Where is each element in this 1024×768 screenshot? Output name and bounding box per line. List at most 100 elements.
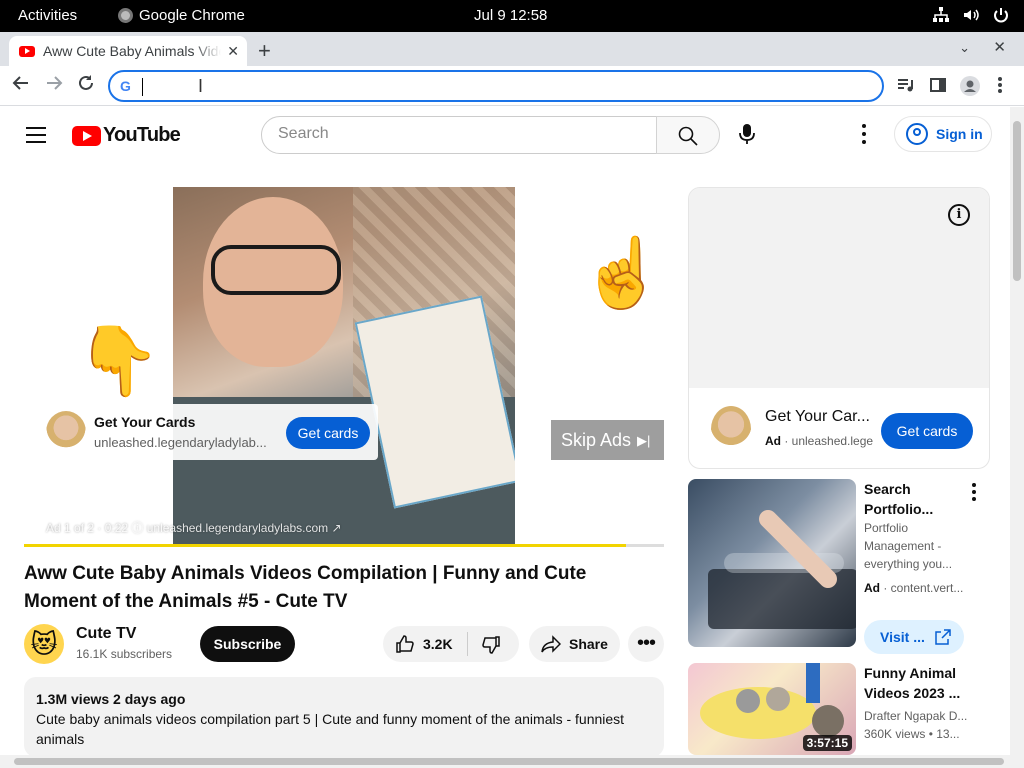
skip-ads-label: Skip Ads xyxy=(561,430,632,450)
more-actions-icon[interactable]: ••• xyxy=(628,626,664,662)
search-icon xyxy=(678,126,698,146)
guide-menu-icon[interactable] xyxy=(26,127,46,148)
voice-search-mic-icon[interactable] xyxy=(737,123,757,150)
youtube-logo[interactable]: YouTube xyxy=(72,124,181,147)
recommended-title[interactable]: Funny Animal Videos 2023 ... xyxy=(864,663,974,703)
search-button[interactable] xyxy=(656,116,720,154)
thumbs-up-icon xyxy=(396,635,414,653)
settings-kebab-icon[interactable] xyxy=(862,124,866,148)
clock[interactable]: Jul 9 12:58 xyxy=(474,7,547,24)
ad-progress-fill xyxy=(24,544,626,547)
horizontal-scrollbar[interactable] xyxy=(0,755,1024,768)
ad-progress-bar[interactable] xyxy=(24,544,664,547)
ad-video-frame xyxy=(173,187,515,544)
recommended-views: 360K views • 13... xyxy=(864,727,960,741)
advertiser-avatar xyxy=(711,406,751,452)
like-divider xyxy=(467,632,468,656)
sign-in-label: Sign in xyxy=(936,126,983,142)
promoted-description: Portfolio Management - everything you... xyxy=(864,521,953,571)
recommended-thumbnail[interactable]: 3:57:15 xyxy=(688,663,856,755)
promoted-ad-meta: Ad · content.vert... xyxy=(864,581,964,595)
pointing-down-hand-icon: 👇 xyxy=(76,323,161,399)
channel-name[interactable]: Cute TV xyxy=(76,625,136,643)
ad-overlay-card[interactable]: Get Your Cards unleashed.legendaryladyla… xyxy=(38,404,378,460)
app-name: Google Chrome xyxy=(139,7,245,24)
tab-strip: Aww Cute Baby Animals Videos Compilation… xyxy=(0,32,1024,66)
volume-icon xyxy=(962,6,980,24)
vertical-scroll-thumb[interactable] xyxy=(1013,121,1021,281)
skip-next-icon: ▶| xyxy=(637,433,651,448)
companion-ad-image xyxy=(689,188,989,388)
companion-ad-panel[interactable]: i Get Your Car... Ad · unleashed.lege Ge… xyxy=(688,187,990,469)
back-arrow-icon[interactable] xyxy=(12,74,30,98)
like-dislike-group: 3.2K xyxy=(383,626,519,662)
promoted-title[interactable]: Search Portfolio... xyxy=(864,479,974,519)
youtube-favicon-icon xyxy=(19,45,35,57)
like-count: 3.2K xyxy=(423,636,453,652)
tab-search-chevron-icon[interactable]: ⌄ xyxy=(959,40,970,56)
video-title: Aww Cute Baby Animals Videos Compilation… xyxy=(24,563,587,612)
external-link-icon xyxy=(935,629,951,645)
advertiser-avatar xyxy=(46,411,86,453)
search-input[interactable]: Search xyxy=(261,116,657,154)
subscribe-button[interactable]: Subscribe xyxy=(200,626,295,662)
view-stats: 1.3M views 2 days ago xyxy=(36,691,186,707)
share-arrow-icon xyxy=(541,635,561,653)
promoted-menu-icon[interactable] xyxy=(972,483,976,504)
side-panel-icon[interactable] xyxy=(929,76,947,94)
skip-ads-button[interactable]: Skip Ads ▶| xyxy=(551,420,664,460)
activities-button[interactable]: Activities xyxy=(18,7,77,24)
reload-icon[interactable] xyxy=(77,74,95,98)
promoted-meta: Search Portfolio... Portfolio Management… xyxy=(864,479,974,597)
pointing-up-hand-icon: ☝️ xyxy=(580,235,665,311)
browser-toolbar: G I xyxy=(0,66,1024,106)
companion-get-cards-button[interactable]: Get cards xyxy=(881,413,973,449)
recommended-meta: Funny Animal Videos 2023 ... Drafter Nga… xyxy=(864,663,974,743)
channel-avatar[interactable]: 😻 xyxy=(24,624,64,664)
forward-arrow-icon[interactable] xyxy=(45,74,63,98)
ad-info-icon[interactable]: i xyxy=(948,204,970,226)
media-controls-icon[interactable] xyxy=(896,76,914,94)
get-cards-button[interactable]: Get cards xyxy=(286,417,370,449)
visit-advertiser-button[interactable]: Visit ... xyxy=(864,620,964,654)
tab-close-icon[interactable]: ✕ xyxy=(227,43,239,60)
chrome-menu-icon[interactable] xyxy=(997,76,1015,94)
youtube-play-icon xyxy=(72,125,101,146)
promoted-thumbnail[interactable] xyxy=(688,479,856,647)
app-menu[interactable]: Google Chrome xyxy=(118,7,245,24)
window-close-icon[interactable]: ✕ xyxy=(993,38,1006,56)
chrome-app-icon xyxy=(118,8,133,23)
youtube-header: YouTube Search Sign in xyxy=(0,107,1010,163)
address-bar[interactable]: G I xyxy=(108,70,884,102)
sign-in-button[interactable]: Sign in xyxy=(894,116,992,152)
description-text: Cute baby animals videos compilation par… xyxy=(36,711,625,747)
dislike-button[interactable] xyxy=(481,635,501,660)
google-g-icon: G xyxy=(120,78,131,94)
new-tab-plus-icon[interactable]: + xyxy=(258,38,271,64)
network-icon xyxy=(932,6,950,24)
horizontal-scroll-thumb[interactable] xyxy=(14,758,1004,765)
recommended-video-item[interactable]: 3:57:15 Funny Animal Videos 2023 ... Dra… xyxy=(688,663,990,755)
companion-ad-meta: Ad · unleashed.lege xyxy=(765,434,874,448)
vertical-scrollbar[interactable] xyxy=(1010,107,1024,755)
description-box[interactable]: 1.3M views 2 days ago Cute baby animals … xyxy=(24,677,664,757)
system-top-bar: Activities Google Chrome Jul 9 12:58 xyxy=(0,0,1024,32)
tab-title: Aww Cute Baby Animals Videos Compilation… xyxy=(43,43,221,59)
system-tray[interactable] xyxy=(932,6,1010,24)
profile-avatar-icon[interactable] xyxy=(960,76,980,96)
subscriber-count: 16.1K subscribers xyxy=(76,647,173,661)
youtube-wordmark: YouTube xyxy=(103,124,181,146)
video-duration: 3:57:15 xyxy=(802,735,852,751)
like-button[interactable]: 3.2K xyxy=(395,634,453,654)
video-player[interactable]: 👇 ☝️ Get Your Cards unleashed.legendaryl… xyxy=(24,187,665,547)
ad-domain[interactable]: unleashed.legendaryladylab... xyxy=(94,435,267,450)
power-icon xyxy=(992,6,1010,24)
visit-label: Visit ... xyxy=(880,629,925,645)
companion-ad-title: Get Your Car... xyxy=(765,408,870,425)
text-caret xyxy=(142,78,143,96)
thumbs-down-icon xyxy=(482,636,500,654)
ad-info-bar[interactable]: Ad 1 of 2 · 0:22 ⓘ unleashed.legendaryla… xyxy=(46,519,342,536)
share-button[interactable]: Share xyxy=(529,626,620,662)
browser-tab-active[interactable]: Aww Cute Baby Animals Videos Compilation… xyxy=(9,36,247,66)
recommended-channel[interactable]: Drafter Ngapak D... xyxy=(864,707,974,725)
